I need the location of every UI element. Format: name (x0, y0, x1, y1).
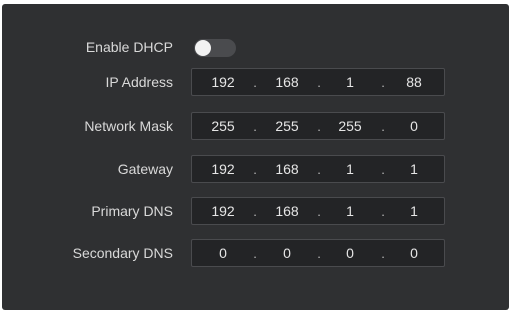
octet-1[interactable]: 192 (201, 69, 245, 95)
octet-separator: . (381, 204, 385, 219)
octet-separator: . (317, 246, 321, 261)
octet-separator: . (381, 119, 385, 134)
gateway-input[interactable]: 192 . 168 . 1 . 1 (191, 155, 445, 183)
octet-separator: . (253, 246, 257, 261)
octet-2[interactable]: 168 (265, 156, 309, 182)
octet-3[interactable]: 1 (328, 69, 372, 95)
network-mask-row: Network Mask 255 . 255 . 255 . 0 (2, 112, 509, 140)
octet-separator: . (317, 119, 321, 134)
dhcp-label: Enable DHCP (85, 39, 173, 55)
network-settings-panel: Enable DHCP IP Address 192 . 168 . 1 . 8… (2, 4, 509, 310)
octet-2[interactable]: 0 (265, 240, 309, 266)
octet-4[interactable]: 1 (392, 156, 436, 182)
primary-dns-input[interactable]: 192 . 168 . 1 . 1 (191, 197, 445, 225)
secondary-dns-label: Secondary DNS (72, 245, 173, 261)
ip-address-label: IP Address (105, 74, 173, 90)
secondary-dns-input[interactable]: 0 . 0 . 0 . 0 (191, 239, 445, 267)
octet-separator: . (253, 162, 257, 177)
primary-dns-row: Primary DNS 192 . 168 . 1 . 1 (2, 197, 509, 225)
octet-4[interactable]: 0 (392, 113, 436, 139)
octet-separator: . (381, 75, 385, 90)
octet-3[interactable]: 1 (328, 198, 372, 224)
dhcp-row: Enable DHCP (2, 33, 509, 61)
octet-3[interactable]: 1 (328, 156, 372, 182)
network-mask-input[interactable]: 255 . 255 . 255 . 0 (191, 112, 445, 140)
octet-separator: . (253, 119, 257, 134)
octet-3[interactable]: 0 (328, 240, 372, 266)
octet-2[interactable]: 255 (265, 113, 309, 139)
ip-address-row: IP Address 192 . 168 . 1 . 88 (2, 68, 509, 96)
ip-address-input[interactable]: 192 . 168 . 1 . 88 (191, 68, 445, 96)
octet-4[interactable]: 88 (392, 69, 436, 95)
octet-4[interactable]: 1 (392, 198, 436, 224)
dhcp-toggle[interactable] (194, 39, 236, 57)
toggle-knob (195, 40, 211, 56)
octet-separator: . (381, 246, 385, 261)
octet-3[interactable]: 255 (328, 113, 372, 139)
octet-1[interactable]: 0 (201, 240, 245, 266)
primary-dns-label: Primary DNS (91, 203, 173, 219)
secondary-dns-row: Secondary DNS 0 . 0 . 0 . 0 (2, 239, 509, 267)
octet-separator: . (381, 162, 385, 177)
octet-separator: . (253, 204, 257, 219)
octet-1[interactable]: 192 (201, 156, 245, 182)
octet-2[interactable]: 168 (265, 69, 309, 95)
octet-2[interactable]: 168 (265, 198, 309, 224)
octet-1[interactable]: 192 (201, 198, 245, 224)
network-mask-label: Network Mask (84, 118, 173, 134)
octet-separator: . (317, 162, 321, 177)
gateway-row: Gateway 192 . 168 . 1 . 1 (2, 155, 509, 183)
octet-separator: . (317, 75, 321, 90)
octet-separator: . (317, 204, 321, 219)
octet-4[interactable]: 0 (392, 240, 436, 266)
gateway-label: Gateway (117, 161, 173, 177)
octet-1[interactable]: 255 (201, 113, 245, 139)
octet-separator: . (253, 75, 257, 90)
